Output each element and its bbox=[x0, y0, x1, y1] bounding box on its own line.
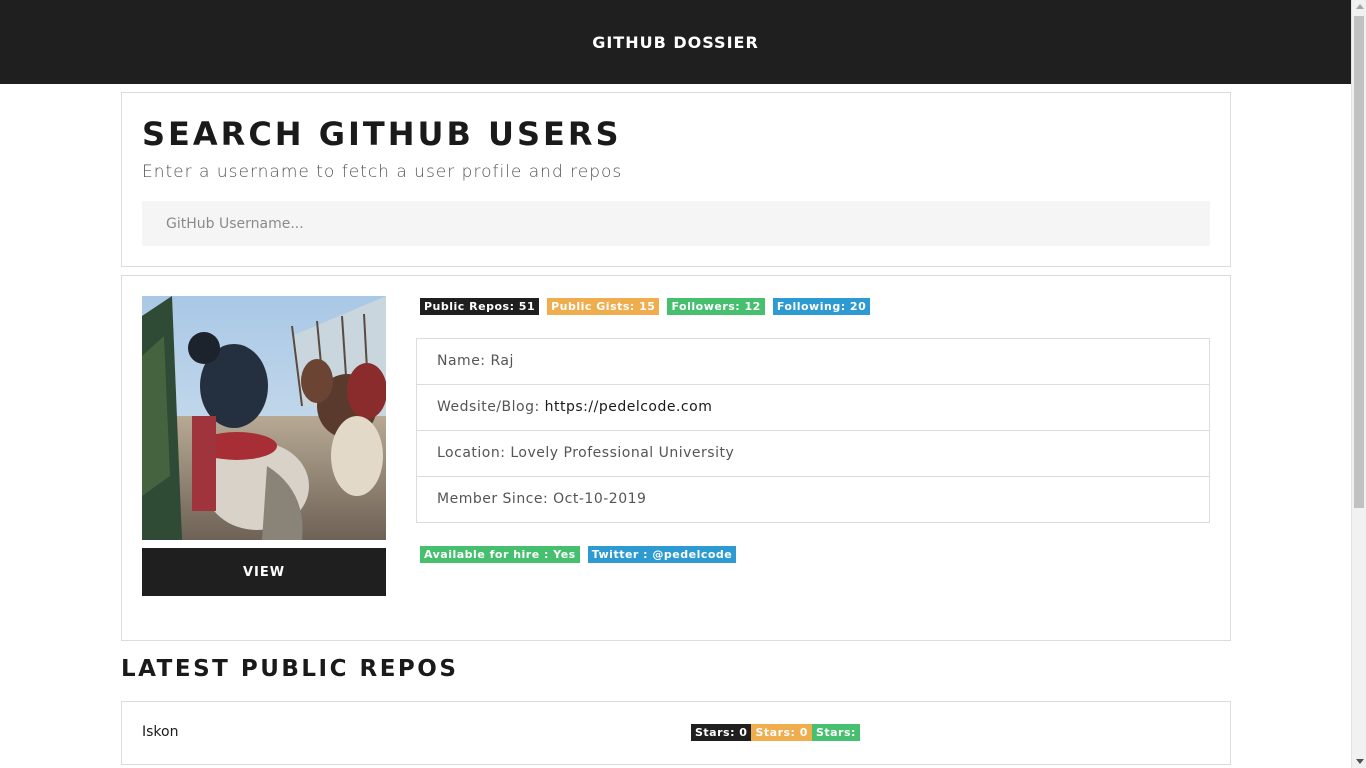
profile-website: Wedsite/Blog: https://pedelcode.com bbox=[417, 385, 1209, 431]
profile-website-label: Wedsite/Blog: bbox=[437, 399, 545, 415]
profile-member-since-text: Member Since: Oct-10-2019 bbox=[437, 491, 647, 507]
repo-forks-badge: Stars: bbox=[811, 724, 860, 741]
search-title: SEARCH GITHUB USERS bbox=[142, 115, 622, 153]
user-avatar bbox=[142, 296, 386, 540]
profile-member-since: Member Since: Oct-10-2019 bbox=[417, 477, 1209, 522]
profile-stats-badges: Public Repos: 51 Public Gists: 15 Follow… bbox=[420, 298, 871, 315]
avatar-photo bbox=[142, 296, 386, 540]
followers-badge: Followers: 12 bbox=[667, 298, 765, 315]
following-badge: Following: 20 bbox=[772, 298, 871, 315]
navbar: GITHUB DOSSIER bbox=[0, 0, 1351, 84]
search-card: SEARCH GITHUB USERS Enter a username to … bbox=[121, 92, 1231, 267]
scroll-down-arrow-icon[interactable] bbox=[1356, 759, 1364, 764]
profile-name-text: Name: Raj bbox=[437, 353, 514, 369]
search-subtitle: Enter a username to fetch a user profile… bbox=[142, 162, 623, 182]
profile-website-link[interactable]: https://pedelcode.com bbox=[545, 399, 713, 415]
profile-location-text: Location: Lovely Professional University bbox=[437, 445, 735, 461]
profile-info-list: Name: Raj Wedsite/Blog: https://pedelcod… bbox=[416, 338, 1210, 523]
navbar-brand[interactable]: GITHUB DOSSIER bbox=[592, 33, 759, 52]
profile-extra-badges: Available for hire : Yes Twitter : @pede… bbox=[420, 546, 737, 563]
profile-name: Name: Raj bbox=[417, 339, 1209, 385]
public-repos-badge: Public Repos: 51 bbox=[420, 298, 540, 315]
page-scrollbar[interactable] bbox=[1351, 0, 1366, 768]
repo-watchers-badge: Stars: 0 bbox=[751, 724, 812, 741]
hireable-badge: Available for hire : Yes bbox=[420, 546, 580, 563]
view-profile-button[interactable]: VIEW bbox=[142, 548, 386, 596]
repo-name-link[interactable]: Iskon bbox=[142, 724, 178, 740]
scroll-thumb[interactable] bbox=[1354, 16, 1364, 508]
profile-location: Location: Lovely Professional University bbox=[417, 431, 1209, 477]
twitter-badge: Twitter : @pedelcode bbox=[587, 546, 737, 563]
github-username-input[interactable] bbox=[142, 201, 1210, 246]
repo-stats-badges: Stars: 0 Stars: 0 Stars: bbox=[691, 724, 860, 741]
scroll-up-arrow-icon[interactable] bbox=[1356, 4, 1364, 9]
repos-section-title: LATEST PUBLIC REPOS bbox=[121, 656, 459, 682]
public-gists-badge: Public Gists: 15 bbox=[547, 298, 660, 315]
repo-stars-badge: Stars: 0 bbox=[691, 724, 752, 741]
profile-card: VIEW Public Repos: 51 Public Gists: 15 F… bbox=[121, 275, 1231, 641]
repo-card: Iskon Stars: 0 Stars: 0 Stars: bbox=[121, 701, 1231, 765]
